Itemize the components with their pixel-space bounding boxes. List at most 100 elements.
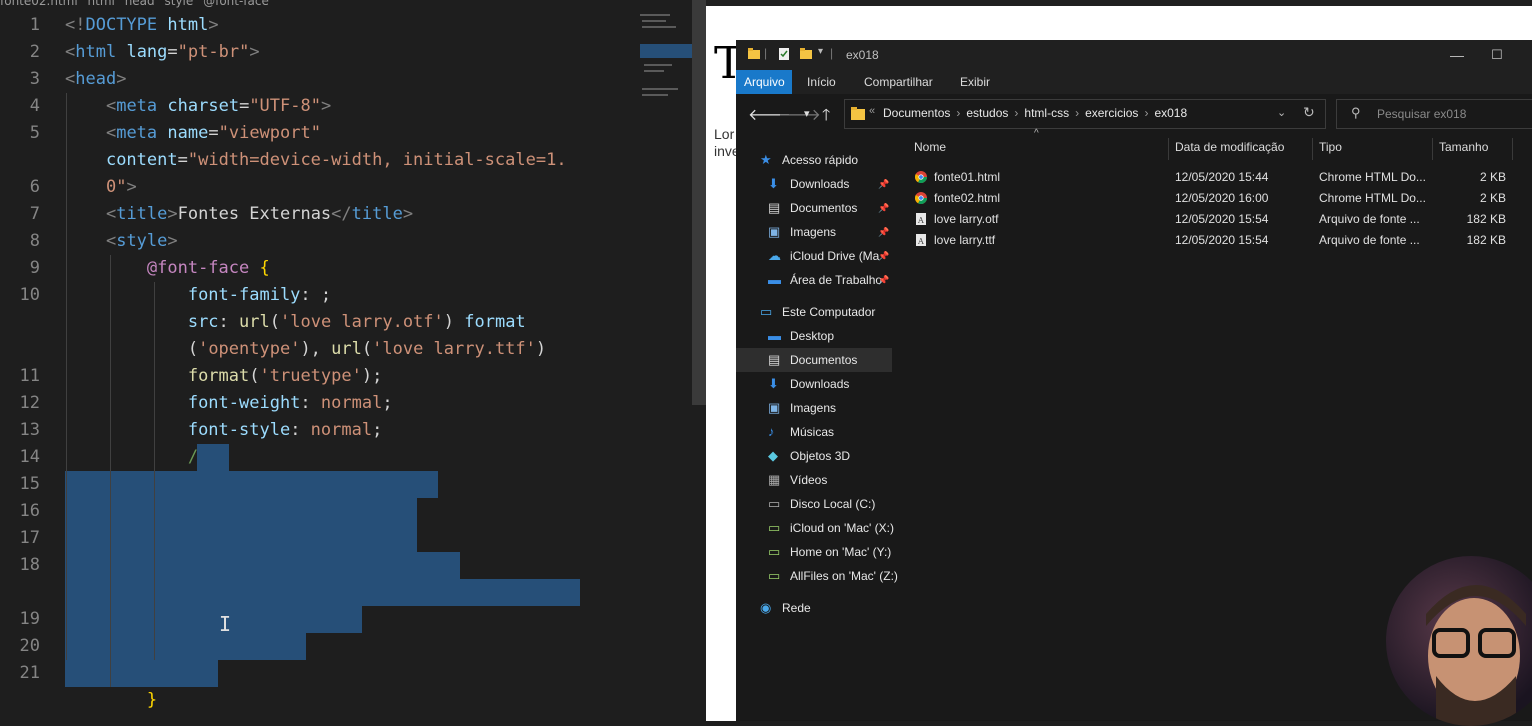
code-line[interactable]: src: url('love larry.otf') format: [65, 309, 526, 336]
pin-icon[interactable]: 📌: [878, 196, 889, 220]
breadcrumb-style[interactable]: style: [164, 0, 193, 8]
nav-item[interactable]: ◆ Objetos 3D: [736, 444, 892, 468]
maximize-button[interactable]: ☐: [1482, 42, 1512, 68]
pin-icon[interactable]: 📌: [878, 268, 889, 292]
code-line[interactable]: @font-face {: [65, 255, 270, 282]
code-line[interactable]: <html lang="pt-br">: [65, 39, 260, 66]
nav-item[interactable]: ▣ Imagens: [736, 396, 892, 420]
nav-item[interactable]: ⬇ Downloads 📌: [736, 172, 892, 196]
code-line[interactable]: <!DOCTYPE html>: [65, 12, 219, 39]
code-line[interactable]: font-family: ;: [65, 282, 331, 309]
code-line[interactable]: <style>: [65, 228, 178, 255]
nav-item-label: Vídeos: [790, 473, 828, 487]
editor-scrollbar[interactable]: [692, 0, 706, 405]
code-line[interactable]: <head>: [65, 66, 126, 93]
tab-inicio[interactable]: Início: [799, 70, 844, 94]
file-row[interactable]: Alove larry.ttf 12/05/2020 15:54 Arquivo d…: [906, 230, 1532, 251]
properties-icon[interactable]: [778, 48, 790, 60]
address-dropdown-icon[interactable]: ⌄: [1277, 106, 1286, 119]
forward-arrow-icon[interactable]: 🡒: [778, 104, 821, 125]
nav-item[interactable]: ▣ Imagens 📌: [736, 220, 892, 244]
code-line[interactable]: 0">: [65, 174, 137, 201]
column-divider[interactable]: [1512, 138, 1513, 160]
nav-item[interactable]: ◉ Rede: [736, 596, 892, 620]
code-line[interactable]: font-style: normal;: [65, 417, 383, 444]
file-row[interactable]: fonte01.html 12/05/2020 15:44 Chrome HTML …: [906, 167, 1532, 188]
recent-locations-chevron-icon[interactable]: ▾: [804, 107, 810, 120]
title-bar[interactable]: | ▾ | ex018 — ☐: [736, 40, 1532, 70]
code-line[interactable]: ('opentype'), url('love larry.ttf'): [65, 336, 546, 363]
breadcrumb-file[interactable]: fonte02.html: [0, 0, 78, 8]
new-folder-icon[interactable]: [800, 48, 812, 60]
nav-item[interactable]: ★ Acesso rápido: [736, 148, 892, 172]
nav-item[interactable]: ▤ Documentos: [736, 348, 892, 372]
overflow-chevron-icon[interactable]: «: [869, 105, 875, 117]
address-bar[interactable]: « Documentos › estudos › html-css › exercicios…: [844, 99, 1326, 129]
nav-item[interactable]: ▭ Disco Local (C:): [736, 492, 892, 516]
nav-item[interactable]: ♪ Músicas: [736, 420, 892, 444]
path-separator-icon[interactable]: ›: [1144, 106, 1148, 120]
search-box[interactable]: ⚲ Pesquisar ex018: [1336, 99, 1532, 129]
breadcrumb-head[interactable]: head: [125, 0, 155, 8]
code-line[interactable]: }: [65, 687, 157, 714]
tab-compartilhar[interactable]: Compartilhar: [856, 70, 941, 94]
file-row[interactable]: fonte02.html 12/05/2020 16:00 Chrome HTML …: [906, 188, 1532, 209]
minimap[interactable]: [638, 10, 693, 110]
font-file-icon: A: [916, 213, 926, 225]
address-segment[interactable]: html-css: [1024, 106, 1069, 120]
up-arrow-icon[interactable]: 🡑: [822, 104, 830, 131]
nav-item[interactable]: ▭ Home on 'Mac' (Y:): [736, 540, 892, 564]
column-header-name[interactable]: Nome: [914, 140, 946, 154]
nav-item[interactable]: ⬇ Downloads: [736, 372, 892, 396]
column-divider[interactable]: [1168, 138, 1169, 160]
path-separator-icon[interactable]: ›: [1075, 106, 1079, 120]
nav-item[interactable]: ▦ Vídeos: [736, 468, 892, 492]
text-selection: [65, 471, 438, 498]
breadcrumb-html[interactable]: html: [88, 0, 115, 8]
address-segment[interactable]: exercicios: [1085, 106, 1138, 120]
address-segment[interactable]: estudos: [966, 106, 1008, 120]
code-line[interactable]: content="width=device-width, initial-sca…: [65, 147, 567, 174]
nav-item[interactable]: ▭ AllFiles on 'Mac' (Z:): [736, 564, 898, 588]
code-line[interactable]: format('truetype');: [65, 363, 383, 390]
line-number: 20: [19, 636, 40, 656]
code-token: meta: [116, 96, 158, 116]
line-number: 6: [29, 177, 40, 197]
code-line[interactable]: <title>Fontes Externas</title>: [65, 201, 413, 228]
file-row[interactable]: Alove larry.otf 12/05/2020 15:54 Arquivo d…: [906, 209, 1532, 230]
code-editor[interactable]: fonte02.html html head style @font-face …: [0, 0, 706, 721]
column-header-type[interactable]: Tipo: [1319, 140, 1342, 154]
code-line[interactable]: font-weight: normal;: [65, 390, 393, 417]
tab-exibir[interactable]: Exibir: [952, 70, 998, 94]
nav-item[interactable]: ▭ Este Computador: [736, 300, 892, 324]
minimize-button[interactable]: —: [1442, 42, 1472, 68]
breadcrumb-font-face[interactable]: @font-face: [203, 0, 269, 8]
chevron-down-icon[interactable]: ▾: [818, 46, 823, 57]
nav-item[interactable]: ▭ iCloud on 'Mac' (X:): [736, 516, 894, 540]
column-divider[interactable]: [1312, 138, 1313, 160]
nav-item[interactable]: ▬ Área de Trabalho 📌: [736, 268, 892, 292]
column-header-size[interactable]: Tamanho: [1439, 140, 1488, 154]
address-segment[interactable]: Documentos: [883, 106, 950, 120]
code-line[interactable]: <meta name="viewport": [65, 120, 321, 147]
nav-item[interactable]: ▤ Documentos 📌: [736, 196, 892, 220]
path-separator-icon[interactable]: ›: [1014, 106, 1018, 120]
nav-item[interactable]: ☁ iCloud Drive (Ma 📌: [736, 244, 892, 268]
code-line[interactable]: <meta charset="UTF-8">: [65, 93, 331, 120]
indent-guide: [66, 93, 67, 660]
pin-icon[interactable]: 📌: [878, 244, 889, 268]
line-number: 8: [29, 231, 40, 251]
line-number: 1: [29, 15, 40, 35]
address-segment[interactable]: ex018: [1154, 106, 1187, 120]
refresh-icon[interactable]: ↻: [1303, 104, 1315, 121]
column-header-date[interactable]: Data de modificação: [1175, 140, 1284, 154]
path-separator-icon[interactable]: ›: [956, 106, 960, 120]
tab-arquivo[interactable]: Arquivo: [736, 70, 792, 94]
pin-icon[interactable]: 📌: [878, 172, 889, 196]
column-divider[interactable]: [1432, 138, 1433, 160]
nav-item[interactable]: ▬ Desktop: [736, 324, 892, 348]
code-line[interactable]: /*: [65, 444, 208, 471]
pin-icon[interactable]: 📌: [878, 220, 889, 244]
file-date: 12/05/2020 15:54: [1175, 212, 1269, 226]
